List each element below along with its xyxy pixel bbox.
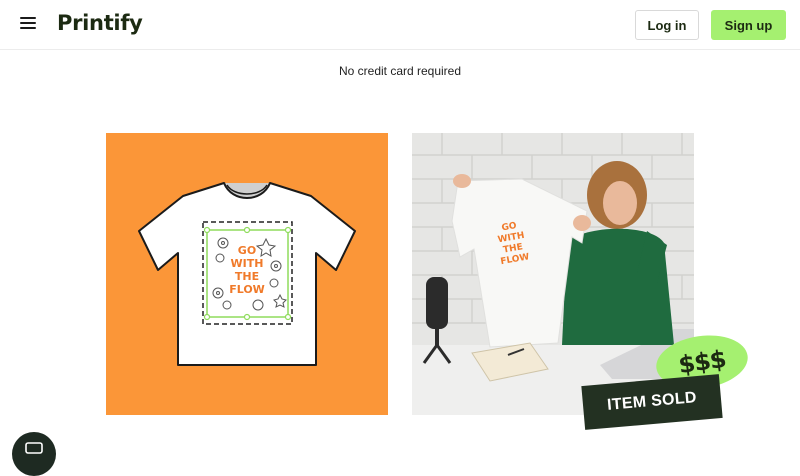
print-text-line-2: WITH <box>231 257 264 270</box>
hamburger-menu-icon[interactable] <box>20 17 36 31</box>
signup-button[interactable]: Sign up <box>711 10 786 40</box>
chat-button[interactable] <box>12 432 56 476</box>
login-button[interactable]: Log in <box>635 10 699 40</box>
printify-logo[interactable]: Printify <box>57 11 143 35</box>
site-header: Printify Log in Sign up <box>0 0 800 50</box>
chat-icon <box>25 442 43 454</box>
print-text-line-3: THE <box>235 270 259 283</box>
tshirt-design-card: GO WITH THE FLOW <box>106 133 388 415</box>
no-credit-card-note: No credit card required <box>338 64 462 78</box>
tshirt-illustration: GO WITH THE FLOW <box>138 182 356 366</box>
money-badge-text: $$$ <box>676 344 728 380</box>
seller-photo-card: GO WITH THE FLOW <box>412 133 694 415</box>
print-text-line-4: FLOW <box>229 283 265 296</box>
seller-photo: GO WITH THE FLOW <box>412 133 694 415</box>
print-text-line-1: GO <box>238 244 256 257</box>
item-sold-text: ITEM SOLD <box>606 389 698 414</box>
